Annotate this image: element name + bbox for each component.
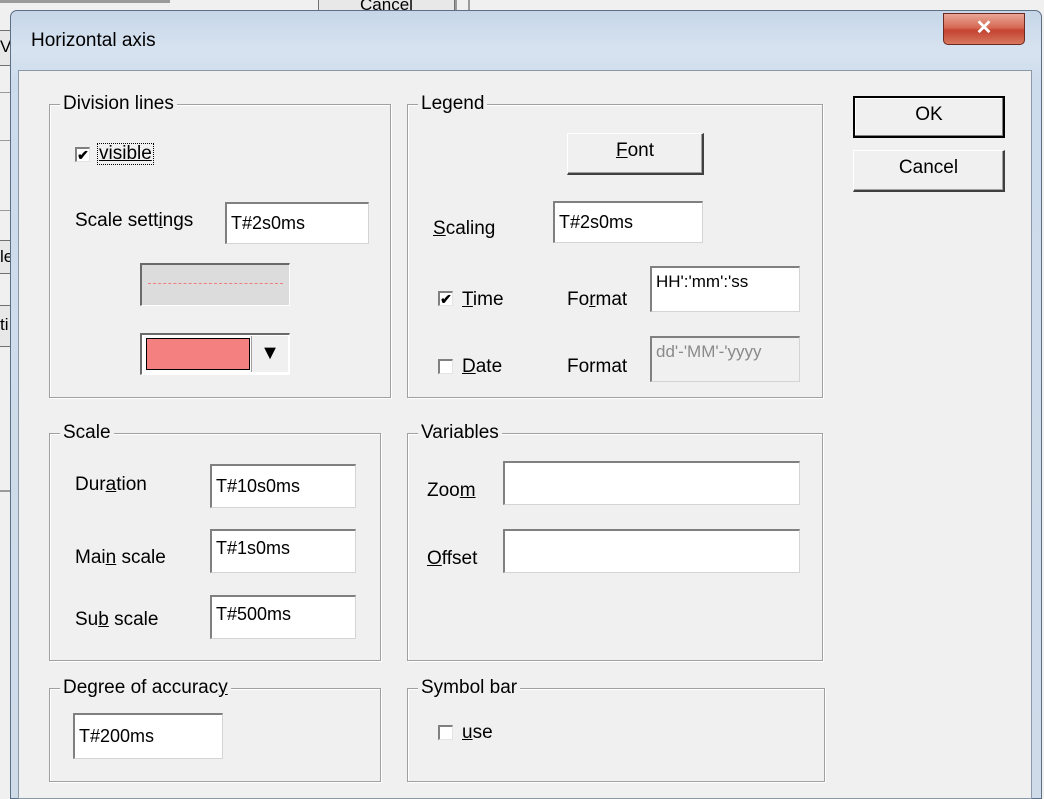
offset-label: Offset [427, 548, 478, 569]
dropdown-arrow-icon[interactable]: ▼ [251, 336, 288, 372]
checkmark-icon: ✔ [77, 147, 89, 163]
background-divider [0, 0, 170, 3]
scale-settings-field[interactable]: T#2s0ms [225, 202, 369, 244]
line-color-combobox[interactable]: ▼ [140, 333, 290, 375]
main-scale-field[interactable]: T#1s0ms [210, 529, 356, 573]
scale-title: Scale [60, 422, 114, 444]
ok-button[interactable]: OK [853, 96, 1005, 138]
use-symbol-bar-checkbox[interactable] [438, 725, 453, 740]
use-label: use [462, 722, 493, 743]
duration-label: Duration [75, 474, 147, 495]
accuracy-field[interactable]: T#200ms [73, 713, 223, 759]
time-format-label: Format [567, 289, 628, 310]
time-label: Time [462, 289, 504, 310]
cancel-button[interactable]: Cancel [853, 150, 1005, 192]
date-checkbox[interactable] [438, 359, 453, 374]
line-color-swatch [146, 338, 250, 370]
visible-label: visible [97, 143, 154, 165]
legend-title: Legend [418, 93, 488, 115]
zoom-field[interactable] [503, 461, 800, 505]
zoom-label: Zoom [427, 480, 476, 501]
time-checkbox[interactable]: ✔ [438, 291, 453, 306]
variables-title: Variables [418, 422, 502, 444]
checkmark-icon: ✔ [440, 291, 452, 307]
scaling-field[interactable]: T#2s0ms [553, 201, 703, 243]
date-format-field: dd'-'MM'-'yyyy [650, 336, 800, 382]
division-lines-title: Division lines [60, 93, 177, 115]
scaling-label: Scaling [433, 218, 496, 239]
scale-settings-label: Scale settings [75, 210, 194, 231]
main-scale-label: Main scale [75, 547, 166, 568]
offset-field[interactable] [503, 529, 800, 573]
time-format-field[interactable]: HH':'mm':'ss [650, 266, 800, 312]
sub-scale-field[interactable]: T#500ms [210, 595, 356, 639]
title-bar[interactable]: Horizontal axis ✕ [11, 11, 1041, 71]
dashed-line-sample [148, 283, 283, 284]
symbol-bar-title: Symbol bar [418, 677, 521, 699]
close-icon: ✕ [975, 17, 993, 39]
sub-scale-label: Sub scale [75, 609, 159, 630]
close-button[interactable]: ✕ [943, 13, 1025, 45]
date-format-label: Format [567, 356, 628, 377]
dialog-title: Horizontal axis [31, 30, 156, 51]
font-button[interactable]: Font [567, 133, 704, 175]
visible-checkbox[interactable]: ✔ [75, 147, 90, 162]
degree-of-accuracy-title: Degree of accuracy [60, 677, 231, 699]
duration-field[interactable]: T#10s0ms [210, 464, 356, 508]
date-label: Date [462, 356, 503, 377]
line-style-preview[interactable] [140, 263, 290, 306]
